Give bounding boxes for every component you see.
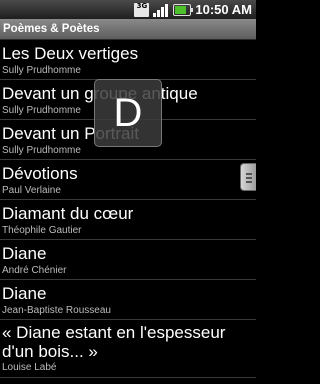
list-item[interactable]: Diamant du cœur Théophile Gautier (0, 200, 256, 240)
poet-name: André Chénier (2, 265, 67, 276)
poem-title: Diane (2, 284, 47, 303)
poet-name: Théophile Gautier (2, 225, 82, 236)
poem-title: Diane (2, 244, 47, 263)
poet-name: Louise Labé (2, 362, 57, 373)
poet-name: Paul Verlaine (2, 185, 61, 196)
poet-name: Sully Prudhomme (2, 65, 81, 76)
list-item[interactable]: « Diane estant en l'espesseur d'un bois.… (0, 320, 256, 378)
app-title: Poèmes & Poètes (0, 19, 256, 40)
signal-strength-icon (153, 3, 169, 17)
poem-title: Les Deux vertiges (2, 44, 139, 63)
list-item[interactable]: Les Deux vertiges Sully Prudhomme (0, 40, 256, 80)
list-item[interactable]: Diane Jean-Baptiste Rousseau (0, 280, 256, 320)
list-item[interactable]: Dévotions Paul Verlaine (0, 160, 256, 200)
poem-title: Dévotions (2, 164, 78, 183)
network-label: 3G (136, 1, 148, 10)
list-item[interactable]: Diane André Chénier (0, 240, 256, 280)
clock: 10:50 AM (195, 2, 252, 17)
fast-scroll-letter-overlay: D (94, 79, 162, 147)
fast-scroll-thumb[interactable] (240, 163, 256, 191)
battery-icon (173, 3, 194, 16)
status-bar: 3G 10:50 AM (0, 0, 256, 19)
poem-title: Diamant du cœur (2, 204, 134, 223)
network-3g-icon: 3G (134, 1, 150, 17)
poet-name: Jean-Baptiste Rousseau (2, 305, 111, 316)
poem-title: « Diane estant en l'espesseur d'un bois.… (2, 323, 226, 361)
